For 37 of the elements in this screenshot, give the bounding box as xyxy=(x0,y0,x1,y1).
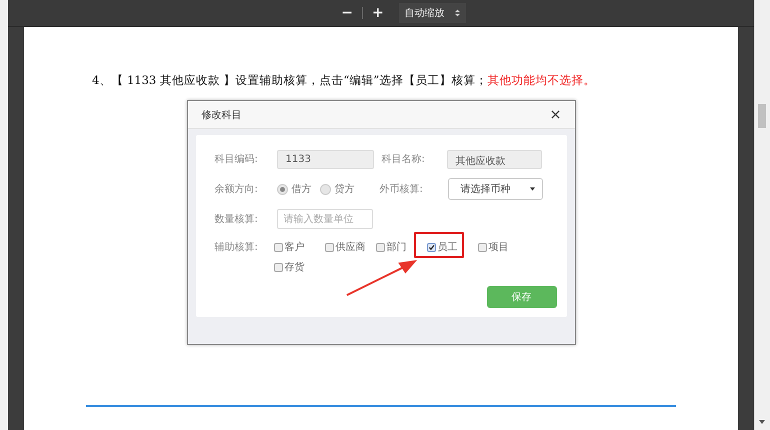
radio-button[interactable] xyxy=(320,184,330,194)
zoom-out-button[interactable]: − xyxy=(336,5,358,21)
radio-button[interactable] xyxy=(276,184,288,194)
currency-select[interactable]: 请选择币种 xyxy=(448,178,542,200)
checkbox-option[interactable]: 部门 xyxy=(376,240,426,254)
scrollbar-thumb[interactable] xyxy=(758,104,766,128)
checkbox[interactable] xyxy=(324,242,334,252)
checkbox[interactable] xyxy=(274,242,282,252)
arrow-drawing xyxy=(346,259,418,297)
checkbox[interactable] xyxy=(478,242,486,252)
instruction-text: 4、【 1133 其他应收款 】设置辅助核算，点击“编辑”选择【员工】核算；其他功能均不选择。 xyxy=(91,73,596,88)
field-label: 外币核算: xyxy=(380,182,424,196)
dialog-title: 修改科目 xyxy=(202,108,242,122)
field-label: 科目编码: xyxy=(214,152,259,166)
scroll-down-icon[interactable] xyxy=(759,420,766,424)
quantity-input[interactable]: 请输入数量单位 xyxy=(276,209,372,229)
field-label: 辅助核算: xyxy=(214,240,259,254)
radio-option[interactable]: 贷方 xyxy=(320,182,354,196)
updown-caret-icon xyxy=(454,9,460,17)
zoom-select[interactable]: 自动缩放 xyxy=(398,3,466,23)
checkbox[interactable] xyxy=(274,262,282,272)
field-label: 余额方向: xyxy=(214,182,259,196)
field-label: 科目名称: xyxy=(382,152,426,166)
radio-option[interactable]: 借方 xyxy=(276,182,312,196)
checkbox-option[interactable]: 员工 xyxy=(426,240,478,254)
checkbox-option[interactable]: 项目 xyxy=(478,240,528,254)
checkbox[interactable] xyxy=(426,242,436,252)
checkbox[interactable] xyxy=(376,242,384,252)
checkbox-option[interactable]: 供应商 xyxy=(324,240,376,254)
field-label: 数量核算: xyxy=(214,212,259,226)
zoom-in-button[interactable]: + xyxy=(367,5,389,21)
checkbox-option[interactable]: 客户 xyxy=(274,240,324,254)
caret-icon xyxy=(530,187,534,191)
close-icon[interactable] xyxy=(550,110,560,119)
checkbox-option[interactable]: 存货 xyxy=(274,260,324,274)
name-field[interactable]: 其他应收款 xyxy=(446,150,542,168)
code-field[interactable]: 1133 xyxy=(276,150,374,168)
